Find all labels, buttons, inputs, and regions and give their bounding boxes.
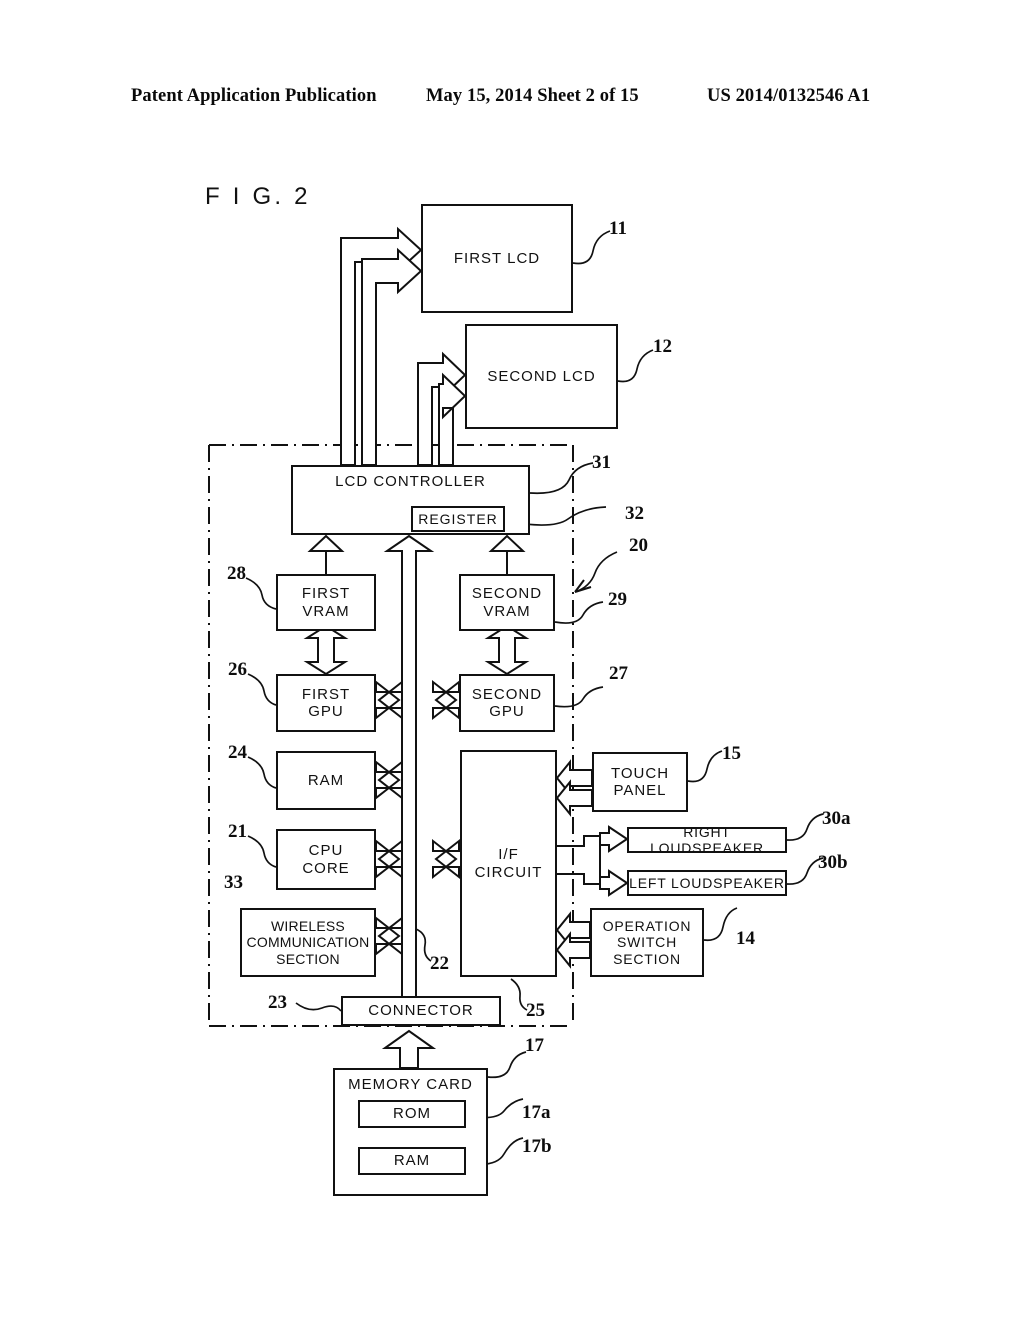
block-connector[interactable]: CONNECTOR [341,996,501,1026]
first-gpu-bus-arrow [375,679,403,721]
block-wireless-communication-section[interactable]: WIRELESS COMMUNICATION SECTION [240,908,376,977]
block-first-lcd[interactable]: FIRST LCD [421,204,573,313]
ref-numeral-second-lcd: 12 [653,336,672,357]
block-memory-card[interactable]: MEMORY CARD [333,1068,488,1196]
lcd-controller-to-second-lcd-arrow-2 [438,372,467,466]
block-right-loudspeaker-label: RIGHT LOUDSPEAKER [650,823,764,856]
lcd-controller-to-first-lcd-arrow-2 [361,247,423,466]
ref-numeral-second-gpu: 27 [609,663,628,684]
diagram-connections-layer [208,226,824,1166]
memory-card-to-connector-arrow [381,1029,437,1069]
cpu-core-bus-arrow [375,838,403,880]
bus-second-gpu-arrow [432,679,460,721]
ref-numeral-touch-panel: 15 [722,743,741,764]
ref-numeral-memory-card-rom: 17a [522,1102,551,1123]
ref-numeral-if-circuit: 25 [526,1000,545,1021]
touch-panel-to-if-arrow [555,759,593,817]
block-second-vram-label: SECOND VRAM [471,585,543,620]
block-wireless-communication-section-label: WIRELESS COMMUNICATION SECTION [246,918,370,967]
block-memory-card-label: MEMORY CARD [348,1076,473,1093]
ref-numeral-ram: 24 [228,742,247,763]
second-vram-second-gpu-arrow [484,624,530,676]
ref-numeral-left-loudspeaker: 30b [818,852,848,873]
ref-numeral-second-vram: 29 [608,589,627,610]
block-first-gpu-label: FIRST GPU [301,685,351,720]
block-memory-card-ram[interactable]: RAM [358,1147,466,1175]
ref-numeral-bus: 22 [430,953,449,974]
block-register-label: REGISTER [418,510,498,527]
block-cpu-core-label: CPU CORE [302,842,350,877]
block-ram-label: RAM [307,771,345,789]
block-lcd-controller-label: LCD CONTROLLER [335,473,486,490]
ref-numeral-first-lcd: 11 [609,218,627,239]
block-left-loudspeaker-label: LEFT LOUDSPEAKER [629,874,785,891]
if-to-left-loudspeaker-line [557,869,629,897]
second-vram-to-lcd-controller-arrow [488,534,526,574]
first-vram-to-lcd-controller-arrow [307,534,345,574]
ref-numeral-connector: 23 [268,992,287,1013]
first-vram-first-gpu-arrow [303,624,349,676]
operation-switch-to-if-arrow [555,911,591,969]
bus-if-circuit-arrow [432,838,460,880]
block-second-vram[interactable]: SECOND VRAM [459,574,555,631]
block-second-gpu-label: SECOND GPU [471,685,543,720]
ram-bus-arrow [375,759,403,801]
ref-numeral-operation-switch: 14 [736,928,755,949]
block-touch-panel-label: TOUCH PANEL [610,764,670,799]
block-right-loudspeaker[interactable]: RIGHT LOUDSPEAKER [627,823,787,856]
block-first-gpu[interactable]: FIRST GPU [276,674,376,732]
ref-numeral-memory-card-ram: 17b [522,1136,552,1157]
block-memory-card-rom[interactable]: ROM [358,1100,466,1128]
block-cpu-core[interactable]: CPU CORE [276,829,376,890]
ref-numeral-right-loudspeaker: 30a [822,808,851,829]
block-operation-switch-section-label: OPERATION SWITCH SECTION [602,918,692,967]
if-to-right-loudspeaker-line [557,825,629,853]
block-if-circuit[interactable]: I/F CIRCUIT [460,750,557,977]
block-first-lcd-label: FIRST LCD [453,249,541,267]
block-touch-panel[interactable]: TOUCH PANEL [592,752,688,812]
block-second-lcd-label: SECOND LCD [487,367,596,385]
ref-numeral-first-gpu: 26 [228,659,247,680]
block-second-lcd[interactable]: SECOND LCD [465,324,618,429]
block-memory-card-rom-label: ROM [393,1105,431,1123]
block-ram[interactable]: RAM [276,751,376,810]
ref-numeral-wireless: 33 [224,872,243,893]
block-operation-switch-section[interactable]: OPERATION SWITCH SECTION [590,908,704,977]
block-memory-card-ram-label: RAM [393,1152,431,1170]
ref-numeral-lcd-controller: 31 [592,452,611,473]
ref-numeral-register: 32 [625,503,644,524]
block-first-vram[interactable]: FIRST VRAM [276,574,376,631]
block-first-vram-label: FIRST VRAM [301,585,351,620]
ref-numeral-circuit-board: 20 [629,535,648,556]
block-if-circuit-label: I/F CIRCUIT [474,846,543,881]
block-connector-label: CONNECTOR [368,1002,474,1020]
patent-drawing-page: Patent Application Publication May 15, 2… [0,0,1024,1320]
ref-numeral-cpu-core: 21 [228,821,247,842]
ref-numeral-first-vram: 28 [227,563,246,584]
block-left-loudspeaker[interactable]: LEFT LOUDSPEAKER [627,870,787,896]
wireless-bus-arrow [375,915,403,957]
ref-numeral-memory-card: 17 [525,1035,544,1056]
block-register[interactable]: REGISTER [411,506,505,532]
block-second-gpu[interactable]: SECOND GPU [459,674,555,732]
